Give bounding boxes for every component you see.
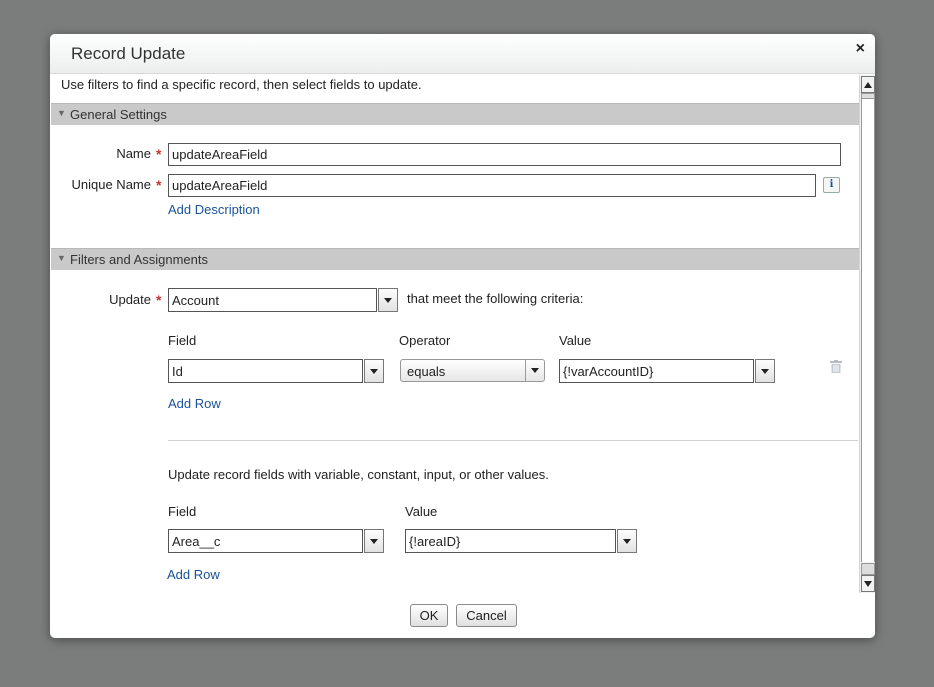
- assign-field-combo[interactable]: Area__c: [168, 529, 384, 553]
- scrollbar[interactable]: [859, 75, 875, 593]
- triangle-down-icon: ▼: [57, 253, 66, 263]
- info-icon[interactable]: i: [823, 177, 840, 193]
- assign-value-combo[interactable]: {!areaID}: [405, 529, 637, 553]
- name-input[interactable]: updateAreaField: [168, 143, 841, 166]
- criteria-text: that meet the following criteria:: [407, 291, 584, 306]
- scrollbar-thumb-top[interactable]: [861, 93, 875, 99]
- update-object-input[interactable]: Account: [168, 288, 377, 312]
- divider: [168, 440, 858, 441]
- filter-value-combo[interactable]: {!varAccountID}: [559, 359, 775, 383]
- chevron-down-icon: [525, 360, 544, 381]
- trash-icon[interactable]: [830, 360, 842, 373]
- assign-field-header: Field: [168, 504, 197, 519]
- dialog-header: Record Update ×: [50, 34, 875, 74]
- scrollbar-thumb-bottom[interactable]: [861, 563, 875, 575]
- scrollbar-track[interactable]: [861, 93, 875, 562]
- filter-field-header: Field: [168, 333, 197, 348]
- triangle-down-icon: ▼: [57, 108, 66, 118]
- cancel-button[interactable]: Cancel: [456, 604, 517, 627]
- required-marker: *: [156, 146, 162, 162]
- filter-field-input[interactable]: Id: [168, 359, 363, 383]
- record-update-dialog: Record Update × Use filters to find a sp…: [50, 34, 875, 638]
- filter-operator-select[interactable]: equals: [400, 359, 545, 382]
- unique-name-input[interactable]: updateAreaField: [168, 174, 816, 197]
- update-label: Update: [109, 292, 151, 307]
- filter-operator-value: equals: [407, 364, 446, 379]
- add-assignment-row-link[interactable]: Add Row: [167, 567, 220, 582]
- ok-button[interactable]: OK: [410, 604, 448, 627]
- required-marker: *: [156, 177, 162, 193]
- chevron-down-icon[interactable]: [378, 288, 398, 312]
- section-general-settings-label: General Settings: [70, 107, 167, 122]
- update-object-combo[interactable]: Account: [168, 288, 398, 312]
- chevron-down-icon[interactable]: [755, 359, 775, 383]
- required-marker: *: [156, 292, 162, 308]
- assign-value-header: Value: [405, 504, 438, 519]
- section-filters-assignments[interactable]: ▼ Filters and Assignments: [51, 248, 859, 270]
- filter-field-combo[interactable]: Id: [168, 359, 384, 383]
- add-description-link[interactable]: Add Description: [168, 202, 260, 217]
- assignments-instruction: Update record fields with variable, cons…: [168, 467, 549, 482]
- close-icon[interactable]: ×: [856, 40, 865, 58]
- assign-field-input[interactable]: Area__c: [168, 529, 363, 553]
- assign-value-input[interactable]: {!areaID}: [405, 529, 616, 553]
- add-filter-row-link[interactable]: Add Row: [168, 396, 221, 411]
- name-label: Name: [116, 146, 151, 161]
- chevron-down-icon[interactable]: [364, 529, 384, 553]
- scroll-up-icon[interactable]: [861, 76, 875, 93]
- chevron-down-icon[interactable]: [364, 359, 384, 383]
- unique-name-label: Unique Name: [71, 177, 152, 192]
- intro-text: Use filters to find a specific record, t…: [61, 77, 422, 92]
- section-general-settings[interactable]: ▼ General Settings: [51, 103, 859, 125]
- filter-value-input[interactable]: {!varAccountID}: [559, 359, 754, 383]
- scroll-down-icon[interactable]: [861, 575, 875, 592]
- section-filters-assignments-label: Filters and Assignments: [70, 252, 209, 267]
- dialog-title: Record Update: [71, 44, 186, 63]
- chevron-down-icon[interactable]: [617, 529, 637, 553]
- filter-operator-header: Operator: [399, 333, 451, 348]
- filter-value-header: Value: [559, 333, 592, 348]
